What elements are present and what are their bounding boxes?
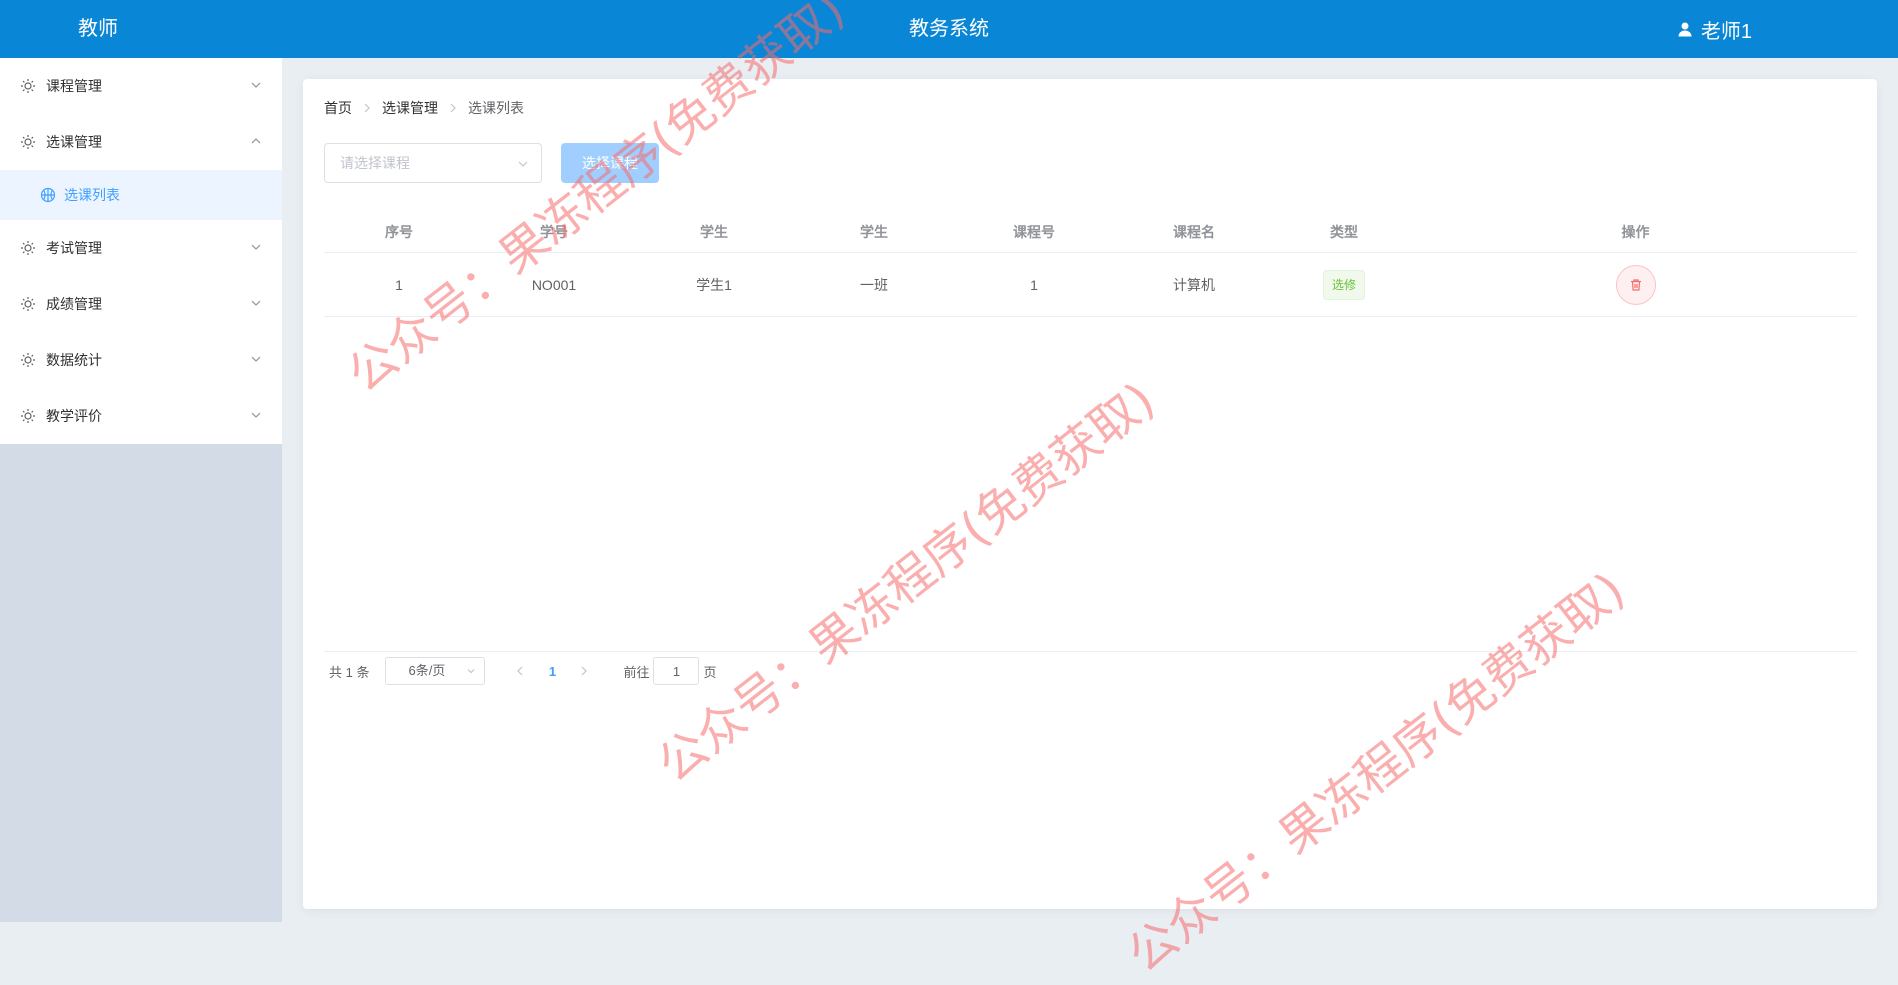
prev-page-button[interactable]: [505, 657, 535, 685]
column-header-actions: 操作: [1621, 223, 1650, 240]
sidebar: 课程管理 选课管理 选课列表 考试管理 成绩管理 数据统计 教学评价: [0, 58, 282, 922]
selection-table: 序号 学号 学生 学生 课程号 课程名 类型 操作 1 NO001 学生1 一班…: [324, 211, 1857, 317]
chevron-right-icon: [362, 103, 372, 113]
column-header-class: 学生: [860, 223, 888, 240]
cell-student: 学生1: [696, 276, 732, 293]
sidebar-item-label: 考试管理: [46, 240, 102, 256]
cell-course-no: 1: [1030, 276, 1038, 293]
sidebar-subitem-selection-list[interactable]: 选课列表: [0, 170, 282, 220]
page-size-select[interactable]: 6条/页: [385, 657, 486, 685]
column-header-index: 序号: [385, 223, 413, 240]
column-header-course-name: 课程名: [1173, 223, 1215, 240]
sidebar-item-label: 课程管理: [46, 78, 102, 94]
pagination-total: 共 1 条: [329, 664, 370, 680]
sun-icon: [20, 240, 36, 256]
column-header-course-no: 课程号: [1013, 223, 1055, 240]
goto-label: 前往: [623, 664, 650, 680]
sidebar-item-label: 成绩管理: [46, 296, 102, 312]
sidebar-subitem-label: 选课列表: [64, 187, 120, 203]
user-name: 老师1: [1700, 20, 1752, 43]
breadcrumb: 首页 选课管理 选课列表: [324, 98, 524, 118]
cell-index: 1: [395, 276, 403, 293]
chevron-down-icon: [251, 244, 261, 250]
main-panel: 首页 选课管理 选课列表 请选择课程 选择课程 序号 学号 学生 学生 课程号 …: [303, 79, 1877, 909]
sun-icon: [20, 296, 36, 312]
goto-page-input[interactable]: [653, 657, 700, 685]
column-header-student-no: 学号: [540, 223, 568, 240]
sun-icon: [20, 78, 36, 94]
sidebar-item-grade-management[interactable]: 成绩管理: [0, 276, 282, 332]
column-header-student: 学生: [700, 223, 728, 240]
table-header: 序号 学号 学生 学生 课程号 课程名 类型 操作: [324, 211, 1857, 253]
chevron-down-icon: [251, 356, 261, 362]
sun-icon: [20, 352, 36, 368]
goto-page: 前往 页: [623, 657, 717, 685]
page-number-current[interactable]: 1: [535, 664, 569, 679]
sidebar-item-selection-management[interactable]: 选课管理: [0, 114, 282, 170]
top-header: 教师 教务系统 老师1: [0, 0, 1898, 58]
sidebar-item-label: 选课管理: [46, 134, 102, 150]
breadcrumb-selection-management: 选课管理: [382, 100, 438, 116]
pagination-divider: [324, 651, 1857, 652]
select-course-button[interactable]: 选择课程: [561, 143, 659, 183]
sun-icon: [20, 408, 36, 424]
pagination: 共 1 条 6条/页 1 前往 页: [329, 654, 717, 688]
user-menu[interactable]: 老师1: [1677, 0, 1752, 58]
column-header-type: 类型: [1330, 223, 1358, 240]
breadcrumb-current: 选课列表: [468, 100, 524, 116]
trash-icon: [1630, 278, 1641, 291]
cell-class: 一班: [860, 276, 888, 293]
cell-student-no: NO001: [531, 276, 577, 293]
course-select[interactable]: 请选择课程: [324, 143, 542, 183]
chevron-up-icon: [251, 138, 261, 144]
chevron-right-icon: [448, 103, 458, 113]
chevron-right-icon: [582, 666, 588, 676]
chevron-down-icon: [251, 300, 261, 306]
basketball-icon: [40, 187, 56, 203]
sidebar-item-label: 数据统计: [46, 352, 102, 368]
sidebar-item-course-management[interactable]: 课程管理: [0, 58, 282, 114]
type-tag: 选修: [1322, 269, 1365, 300]
course-select-placeholder: 请选择课程: [340, 155, 410, 171]
chevron-left-icon: [517, 666, 523, 676]
cell-actions: [1414, 264, 1857, 305]
goto-suffix: 页: [703, 664, 717, 680]
chevron-down-icon: [251, 82, 261, 88]
sidebar-item-statistics[interactable]: 数据统计: [0, 332, 282, 388]
page-size-value: 6条/页: [408, 663, 446, 678]
system-title: 教务系统: [909, 18, 989, 40]
table-row: 1 NO001 学生1 一班 1 计算机 选修: [324, 253, 1857, 317]
chevron-down-icon: [468, 669, 475, 674]
chevron-down-icon: [518, 161, 528, 167]
sidebar-item-teaching-evaluation[interactable]: 教学评价: [0, 388, 282, 444]
sidebar-item-label: 教学评价: [46, 408, 102, 424]
brand-label: 教师: [78, 18, 118, 40]
cell-course-name: 计算机: [1173, 276, 1215, 293]
delete-button[interactable]: [1615, 264, 1656, 305]
sun-icon: [20, 134, 36, 150]
user-icon: [1677, 21, 1693, 37]
breadcrumb-home[interactable]: 首页: [324, 98, 352, 118]
sidebar-item-exam-management[interactable]: 考试管理: [0, 220, 282, 276]
sidebar-menu: 课程管理 选课管理 选课列表 考试管理 成绩管理 数据统计 教学评价: [0, 58, 282, 444]
chevron-down-icon: [251, 412, 261, 418]
next-page-button[interactable]: [569, 657, 599, 685]
cell-type: 选修: [1274, 269, 1414, 300]
